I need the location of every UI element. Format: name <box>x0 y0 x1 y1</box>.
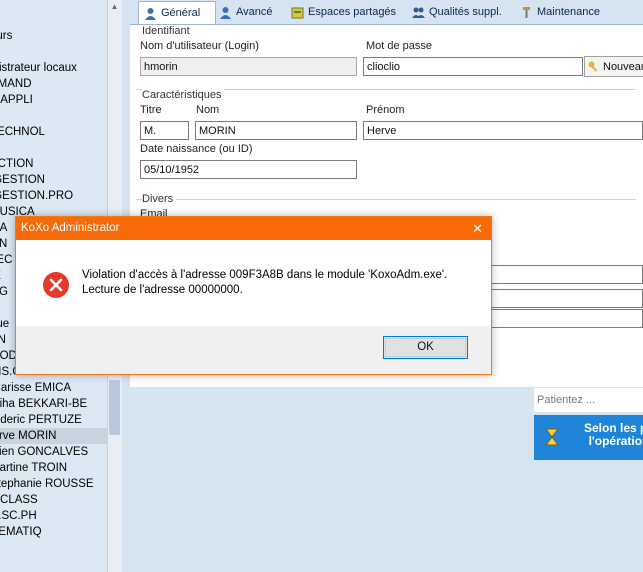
tree-item[interactable]: ulien GONCALVES <box>0 444 107 460</box>
tree-item[interactable]: rederic PERTUZE <box>0 412 107 428</box>
tree-item[interactable]: S APPLI <box>0 92 107 108</box>
users-group-icon <box>412 7 425 18</box>
tree-item[interactable]: Martine TROIN <box>0 460 107 476</box>
error-message: Violation d'accès à l'adresse 009F3A8B d… <box>82 268 447 298</box>
wait-line-2: l'opération <box>588 434 643 448</box>
divers-group-title: Divers <box>142 193 177 205</box>
tree-item[interactable]: .GESTION.PRO <box>0 188 107 204</box>
tree-item[interactable]: T CLASS <box>0 492 107 508</box>
tab-espaces-label: Espaces partagés <box>308 6 397 18</box>
tab-general[interactable]: Général <box>138 1 216 24</box>
login-label: Nom d'utilisateur (Login) <box>140 40 259 52</box>
new-password-label: Nouveau <box>603 61 643 73</box>
ok-button[interactable]: OK <box>383 336 468 359</box>
wait-panel: Selon les pé l'opération <box>534 415 643 460</box>
dialog-footer: OK <box>16 326 491 374</box>
tab-avance-label: Avancé <box>236 6 273 18</box>
tree-item[interactable]: atiha BEKKARI-BE <box>0 396 107 412</box>
prenom-field[interactable]: Herve <box>363 121 643 140</box>
tree-item[interactable]: Clarisse EMICA <box>0 380 107 396</box>
date-field[interactable]: 05/10/1952 <box>140 160 357 179</box>
titre-field[interactable]: M. <box>140 121 189 140</box>
error-message-line-1: Violation d'accès à l'adresse 009F3A8B d… <box>82 269 448 281</box>
tree-item[interactable]: H.SC.PH <box>0 508 107 524</box>
nom-field[interactable]: MORIN <box>195 121 357 140</box>
tree-item[interactable]: Stephanie ROUSSE <box>0 476 107 492</box>
user-icon <box>145 7 156 20</box>
scroll-up-arrow-icon[interactable]: ▲ <box>107 0 122 14</box>
key-icon <box>588 61 598 72</box>
password-field[interactable]: clioclio <box>363 57 583 76</box>
hourglass-icon <box>545 428 559 446</box>
divers-field-1[interactable] <box>490 265 643 284</box>
close-icon[interactable]: ✕ <box>472 217 483 240</box>
tree-item[interactable]: lerve MORIN <box>0 428 107 444</box>
dialog-body: Violation d'accès à l'adresse 009F3A8B d… <box>16 240 491 326</box>
tree-item[interactable]: inistrateur locaux <box>0 60 107 76</box>
tab-bar: Général Avancé Espaces partagés Qualités… <box>130 0 643 24</box>
divers-field-2[interactable] <box>490 289 643 308</box>
tree-item[interactable]: ECTION <box>0 156 107 172</box>
error-dialog: KoXo Administrator ✕ Violation d'accès à… <box>15 216 492 375</box>
password-label: Mot de passe <box>366 40 433 52</box>
tree-item[interactable]: TECHNOL <box>0 124 107 140</box>
tree-item[interactable]: EMAND <box>0 76 107 92</box>
dialog-title: KoXo Administrator <box>21 222 120 234</box>
user-advanced-icon <box>220 7 231 19</box>
tab-qualites-label: Qualités suppl. <box>429 6 502 18</box>
nom-label: Nom <box>196 104 220 116</box>
dialog-title-bar: KoXo Administrator ✕ <box>16 217 491 240</box>
tools-icon <box>523 7 530 18</box>
tree-item[interactable]: 3 <box>0 44 107 60</box>
error-message-line-2: Lecture de l'adresse 00000000. <box>82 284 243 296</box>
titre-label: Titre <box>140 104 162 116</box>
tree-item[interactable]: HEMATIQ <box>0 524 107 540</box>
new-password-button[interactable]: Nouveau <box>584 56 643 77</box>
tab-espaces-partages[interactable]: Espaces partagés <box>286 2 401 23</box>
error-icon <box>43 272 69 298</box>
shared-space-icon <box>291 7 304 19</box>
tree-item[interactable] <box>0 108 107 124</box>
tab-maintenance-label: Maintenance <box>537 6 600 18</box>
divers-field-3[interactable] <box>490 309 643 328</box>
tree-item[interactable]: .GESTION <box>0 172 107 188</box>
identifiant-group-title: Identifiant <box>142 25 190 37</box>
tree-item[interactable]: eurs <box>0 28 107 44</box>
date-label: Date naissance (ou ID) <box>140 143 253 155</box>
tree-scroll-thumb[interactable] <box>109 380 120 435</box>
caracteristiques-group-title: Caractéristiques <box>142 89 225 101</box>
tab-qualites[interactable]: Qualités suppl. <box>407 2 507 23</box>
login-field[interactable]: hmorin <box>140 57 357 76</box>
tree-item[interactable] <box>0 140 107 156</box>
prenom-label: Prénom <box>366 104 405 116</box>
tab-maintenance[interactable]: Maintenance <box>515 2 605 23</box>
divers-divider <box>136 199 636 200</box>
tab-avance[interactable]: Avancé <box>214 2 278 23</box>
wait-text: Selon les pé l'opération <box>574 422 643 448</box>
tab-general-label: Général <box>161 6 201 19</box>
wait-label: Patientez ... <box>534 388 643 412</box>
